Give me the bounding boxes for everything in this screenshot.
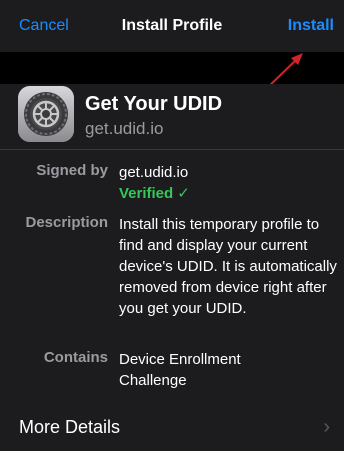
- more-details-label: More Details: [19, 417, 121, 437]
- contains-value: Device Enrollment Challenge: [119, 351, 241, 389]
- signed-by-label: Signed by: [36, 162, 108, 179]
- verified-label: Verified: [119, 185, 174, 202]
- verified-status: Verified ✓: [119, 184, 190, 202]
- divider: [0, 149, 344, 150]
- chevron-right-icon: ›: [323, 416, 330, 438]
- signed-by-value: get.udid.io: [119, 164, 189, 181]
- profile-host: get.udid.io: [85, 119, 164, 138]
- more-details-row[interactable]: More Details ›: [0, 404, 344, 451]
- contains-label: Contains: [43, 349, 108, 366]
- description-label: Description: [25, 214, 108, 231]
- profile-card: Get Your UDID get.udid.io Signed by get.…: [0, 84, 344, 404]
- description-value: Install this temporary profile to find a…: [119, 216, 337, 317]
- profile-name: Get Your UDID: [85, 93, 223, 115]
- settings-gear-icon: [18, 86, 74, 142]
- checkmark-icon: ✓: [177, 185, 190, 202]
